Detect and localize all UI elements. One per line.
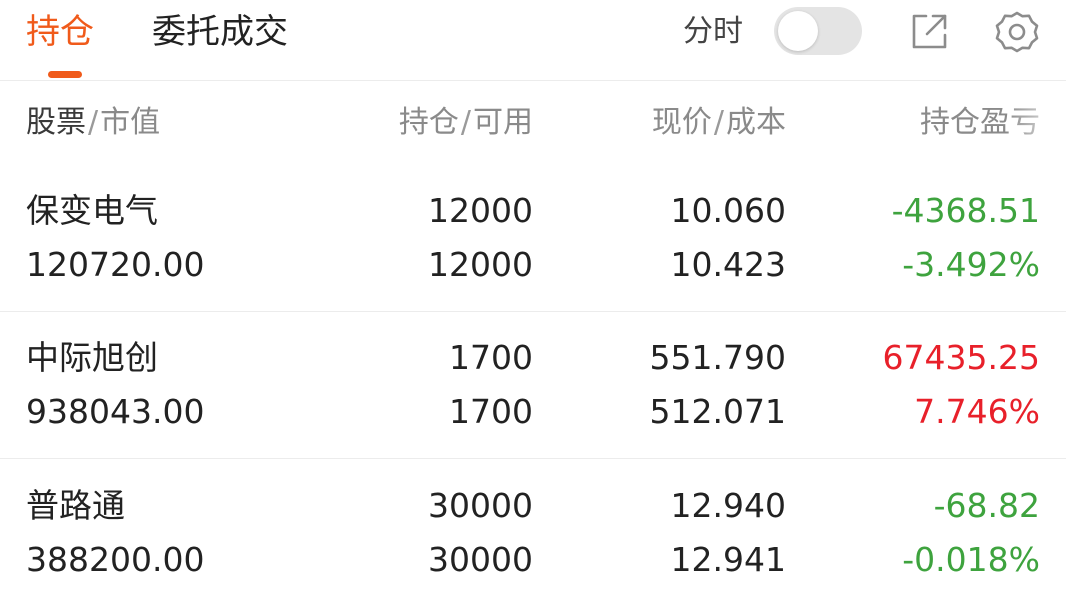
position-row[interactable]: 中际旭创 938043.00 1700 1700 551.790 512.071… xyxy=(0,310,1066,459)
toggle-knob xyxy=(778,11,818,51)
share-external-icon[interactable] xyxy=(906,9,952,55)
tab-positions[interactable]: 持仓 xyxy=(26,10,94,54)
gear-icon[interactable] xyxy=(994,9,1040,55)
header-sep: / xyxy=(713,105,724,140)
timeshare-label: 分时 xyxy=(683,14,743,49)
header-holding: 持仓/可用 xyxy=(399,103,533,143)
cost-price: 12.941 xyxy=(670,540,786,579)
header-available-label: 可用 xyxy=(473,105,533,140)
cost-price: 10.423 xyxy=(670,245,786,284)
pnl-percent: -0.018% xyxy=(902,540,1040,579)
header-holding-label: 持仓 xyxy=(398,105,459,140)
available-qty: 1700 xyxy=(449,392,533,431)
market-value: 388200.00 xyxy=(26,540,205,579)
pnl-amount: 67435.25 xyxy=(882,338,1040,377)
market-value: 120720.00 xyxy=(26,245,205,284)
column-header: 股票/市值 持仓/可用 现价/成本 持仓盈亏 xyxy=(0,81,1066,163)
stock-name: 普路通 xyxy=(26,486,125,525)
available-qty: 30000 xyxy=(428,540,533,579)
current-price: 551.790 xyxy=(649,338,786,377)
tab-orders[interactable]: 委托成交 xyxy=(152,10,288,54)
holding-qty: 12000 xyxy=(428,191,533,230)
position-row[interactable]: 保变电气 120720.00 12000 12000 10.060 10.423… xyxy=(0,163,1066,312)
header-sep: / xyxy=(460,105,471,140)
current-price: 10.060 xyxy=(670,191,786,230)
header-cost-label: 成本 xyxy=(726,105,786,140)
pnl-amount: -4368.51 xyxy=(891,191,1040,230)
header-pnl: 持仓盈亏 xyxy=(920,105,1040,140)
pnl-percent: 7.746% xyxy=(914,392,1040,431)
holding-qty: 30000 xyxy=(428,486,533,525)
available-qty: 12000 xyxy=(428,245,533,284)
active-tab-indicator xyxy=(48,71,82,78)
positions-screen: 持仓 委托成交 分时 股票/市值 持仓/可用 现价/成本 持仓盈亏 保变电气 1… xyxy=(0,0,1066,600)
header-sep: / xyxy=(88,105,99,140)
market-value: 938043.00 xyxy=(26,392,205,431)
header-price-label: 现价 xyxy=(651,105,712,140)
top-bar: 持仓 委托成交 分时 xyxy=(0,0,1066,81)
position-row[interactable]: 普路通 388200.00 30000 30000 12.940 12.941 … xyxy=(0,458,1066,600)
stock-name: 中际旭创 xyxy=(26,338,158,377)
cost-price: 512.071 xyxy=(649,392,786,431)
pnl-amount: -68.82 xyxy=(933,486,1040,525)
header-price: 现价/成本 xyxy=(652,103,786,143)
header-stock: 股票/市值 xyxy=(26,103,160,143)
current-price: 12.940 xyxy=(670,486,786,525)
header-market-value-label: 市值 xyxy=(100,105,161,140)
header-stock-label: 股票 xyxy=(26,105,86,140)
timeshare-toggle[interactable] xyxy=(774,7,862,55)
stock-name: 保变电气 xyxy=(26,191,158,230)
holding-qty: 1700 xyxy=(449,338,533,377)
pnl-percent: -3.492% xyxy=(902,245,1040,284)
